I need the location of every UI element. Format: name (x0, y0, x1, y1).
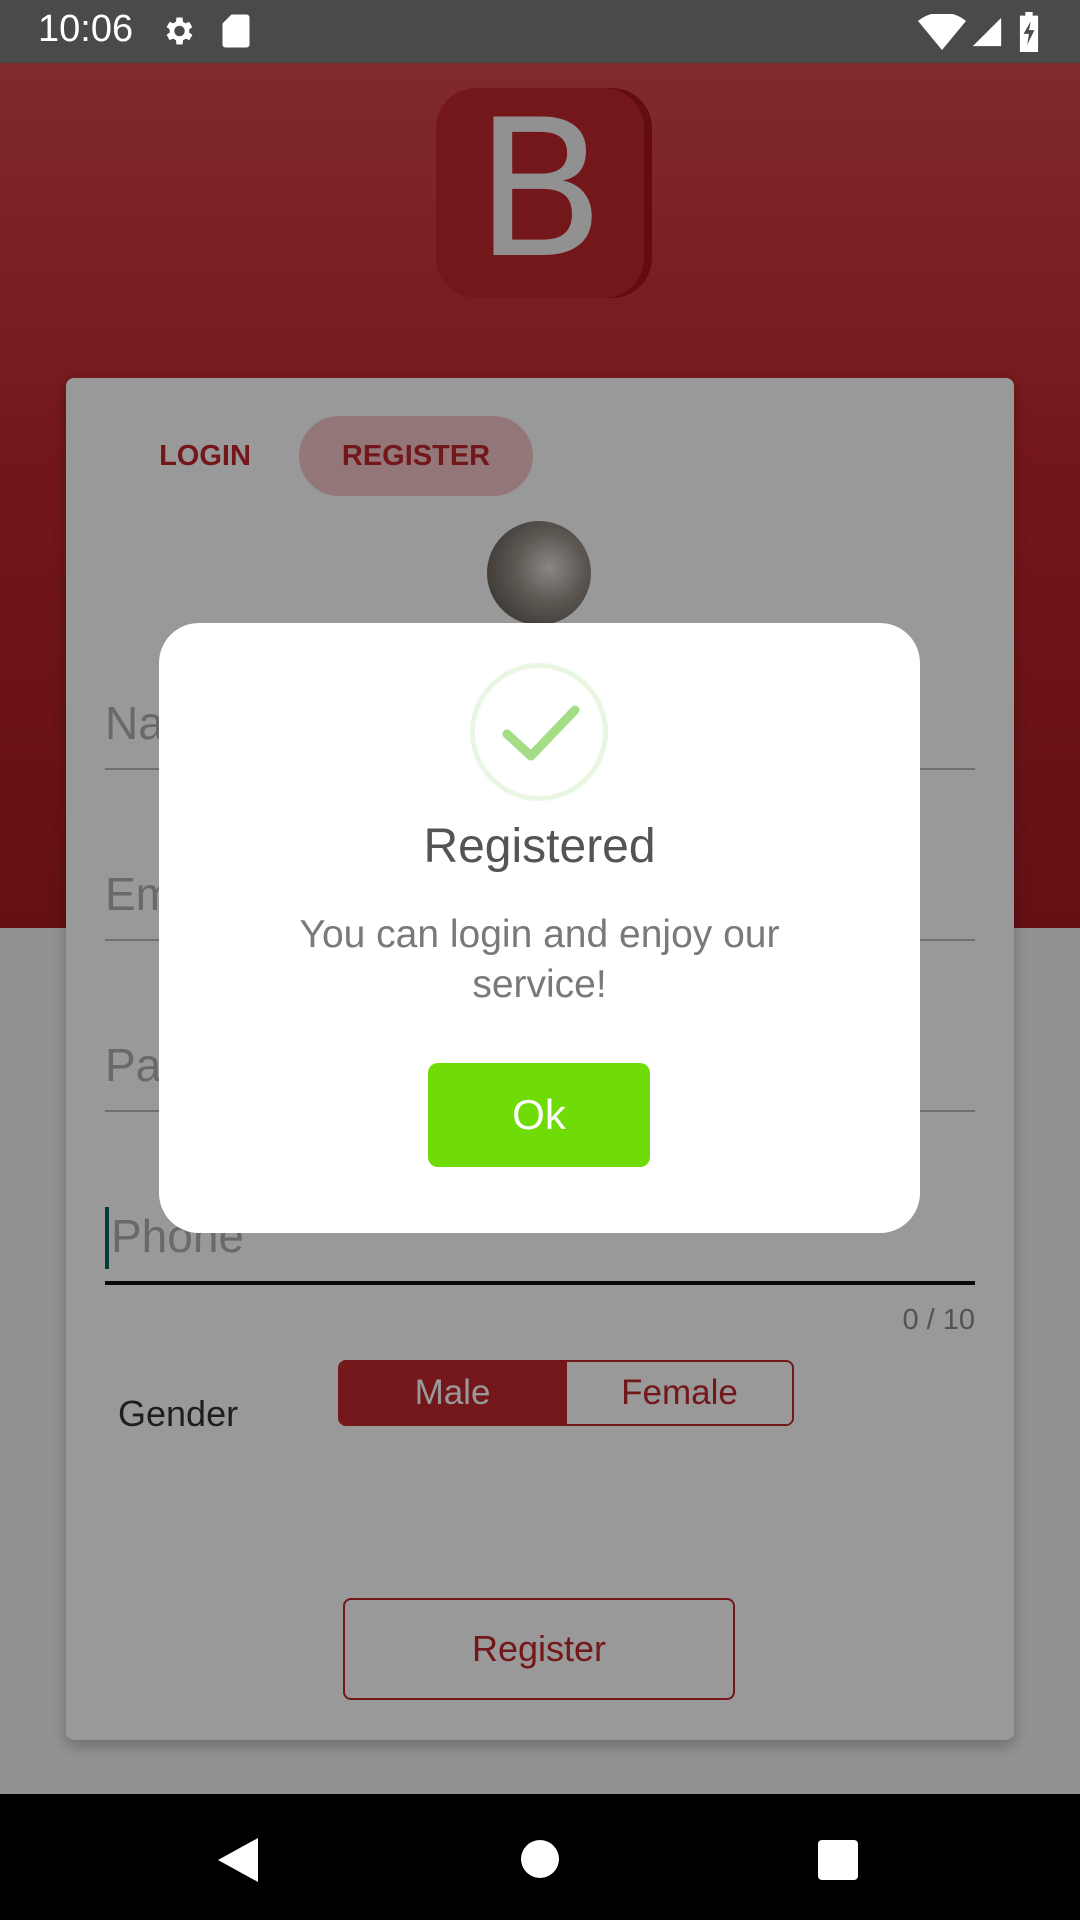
wifi-icon (918, 14, 966, 50)
battery-charging-icon (1019, 12, 1039, 52)
signal-icon (972, 17, 1002, 47)
checkmark-icon (502, 705, 580, 761)
success-dialog: Registered You can login and enjoy our s… (159, 623, 920, 1233)
status-bar: 10:06 (0, 0, 1080, 63)
home-icon[interactable] (521, 1840, 559, 1878)
gear-icon (166, 17, 193, 45)
recents-icon[interactable] (818, 1840, 858, 1880)
navigation-bar (0, 1794, 1080, 1920)
status-time: 10:06 (38, 8, 134, 50)
ok-button[interactable]: Ok (428, 1063, 650, 1167)
success-ring (470, 663, 608, 801)
sd-card-icon (222, 14, 250, 48)
dialog-title: Registered (423, 820, 656, 873)
dialog-message: You can login and enjoy our service! (299, 913, 780, 1006)
back-icon[interactable] (216, 1836, 260, 1884)
